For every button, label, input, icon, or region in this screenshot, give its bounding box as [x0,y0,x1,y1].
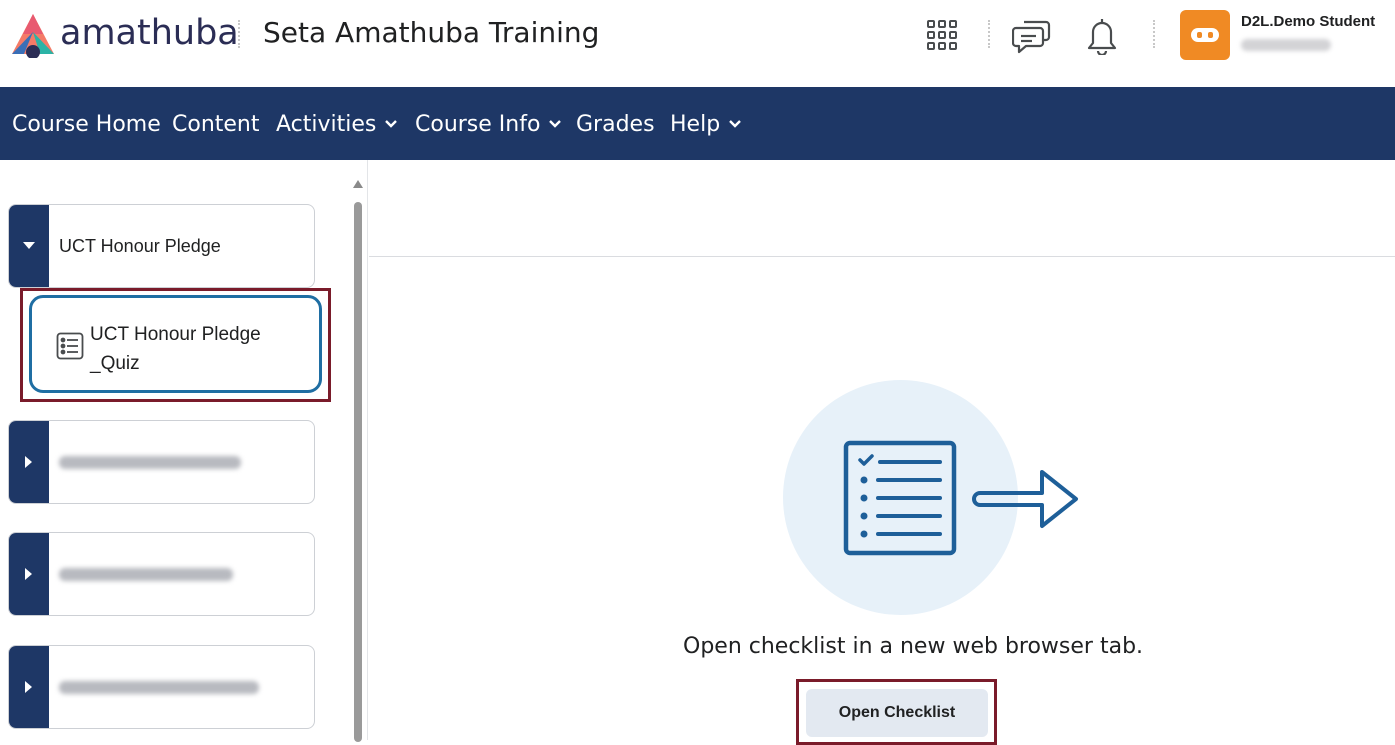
main-divider [369,256,1395,257]
sidebar-item-quiz[interactable]: UCT Honour Pledge _Quiz [29,295,322,393]
unit-toggle[interactable] [9,646,49,728]
unit-card-collapsed[interactable] [8,645,315,729]
caret-right-icon [25,456,32,468]
sidebar-scrollbar[interactable] [352,176,364,742]
unit-card-honour-pledge[interactable]: UCT Honour Pledge [8,204,315,288]
unit-card-collapsed[interactable] [8,420,315,504]
top-header: amathuba Seta Amathuba Training D2L.Demo… [0,0,1395,87]
scroll-up-arrow-icon[interactable] [353,180,363,188]
chevron-down-icon [548,119,562,129]
nav-help[interactable]: Help [670,109,742,139]
user-name[interactable]: D2L.Demo Student [1241,13,1375,30]
logo-text: amathuba [60,13,239,53]
quiz-list-icon [56,332,84,360]
nav-content[interactable]: Content [172,109,260,139]
unit-label [59,646,259,728]
checklist-open-external-icon [843,440,1078,556]
scroll-thumb[interactable] [354,202,362,742]
open-in-new-tab-prompt: Open checklist in a new web browser tab. [683,634,1144,659]
caret-down-icon [23,242,35,249]
unit-card-collapsed[interactable] [8,532,315,616]
unit-label [59,533,233,615]
amathuba-logo[interactable]: amathuba [10,12,239,58]
mask-icon [1191,28,1219,42]
unit-label [59,421,241,503]
caret-right-icon [25,681,32,693]
unit-label: UCT Honour Pledge [59,235,221,256]
nav-course-info[interactable]: Course Info [415,109,562,139]
caret-right-icon [25,568,32,580]
unit-toggle[interactable] [9,421,49,503]
header-separator [988,20,990,48]
chevron-down-icon [384,119,398,129]
user-role-blurred [1241,39,1331,51]
user-avatar[interactable] [1180,10,1230,60]
header-separator [1153,20,1155,48]
unit-toggle[interactable] [9,205,49,287]
quiz-label: UCT Honour Pledge _Quiz [90,324,261,374]
waffle-grid-icon[interactable] [922,17,962,53]
nav-grades[interactable]: Grades [576,109,655,139]
notification-bell-icon[interactable] [1082,14,1122,56]
message-alerts-icon[interactable] [1010,15,1054,55]
course-title[interactable]: Seta Amathuba Training [263,16,599,49]
nav-activities[interactable]: Activities [276,109,398,139]
chevron-down-icon [728,119,742,129]
amathuba-logo-icon [12,14,54,58]
open-checklist-button[interactable]: Open Checklist [806,689,988,737]
nav-course-home[interactable]: Course Home [12,109,161,139]
unit-toggle[interactable] [9,533,49,615]
header-separator [238,20,240,48]
